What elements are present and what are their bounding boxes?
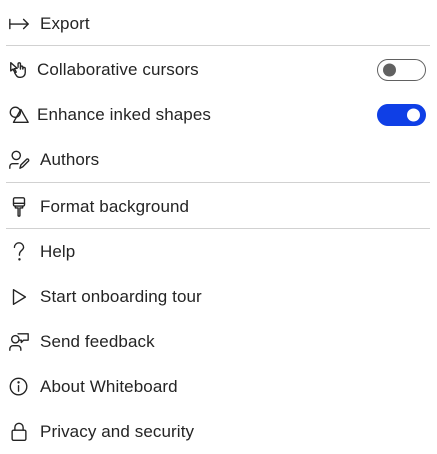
menu-item-about-whiteboard[interactable]: About Whiteboard [0,365,437,409]
menu-item-format-background[interactable]: Format background [0,185,437,229]
menu-item-label: Start onboarding tour [40,287,202,306]
shapes-icon [7,103,31,127]
menu-item-label: Privacy and security [40,422,195,441]
question-mark-icon [7,240,31,264]
lock-icon [7,420,31,444]
feedback-icon [7,330,31,354]
menu-item-label: About Whiteboard [40,377,178,396]
settings-menu: Export Collaborative cursors Enhance ink… [0,0,437,452]
divider [6,228,430,229]
export-arrow-icon [7,12,31,36]
menu-item-privacy-and-security[interactable]: Privacy and security [0,410,437,454]
info-icon [7,375,31,399]
menu-item-export[interactable]: Export [0,2,437,46]
menu-item-label: Enhance inked shapes [37,105,212,124]
toggle-knob [383,63,396,77]
menu-item-label: Collaborative cursors [37,60,199,79]
menu-item-send-feedback[interactable]: Send feedback [0,320,437,364]
menu-item-start-onboarding-tour[interactable]: Start onboarding tour [0,275,437,319]
enhance-inked-shapes-toggle[interactable] [377,104,426,126]
menu-item-authors[interactable]: Authors [0,138,437,182]
format-background-icon [7,195,31,219]
menu-item-label: Send feedback [40,332,155,351]
collaborative-cursors-icon [7,58,31,82]
play-icon [7,285,31,309]
divider [6,182,430,183]
toggle-knob [407,108,420,122]
menu-item-label: Authors [40,150,100,169]
menu-item-enhance-inked-shapes[interactable]: Enhance inked shapes [0,93,437,137]
authors-icon [7,148,31,172]
menu-item-label: Help [40,242,76,261]
menu-item-label: Format background [40,197,190,216]
menu-item-collaborative-cursors[interactable]: Collaborative cursors [0,48,437,92]
collaborative-cursors-toggle[interactable] [377,59,426,81]
menu-item-label: Export [40,14,90,33]
divider [6,45,430,46]
menu-item-help[interactable]: Help [0,230,437,274]
